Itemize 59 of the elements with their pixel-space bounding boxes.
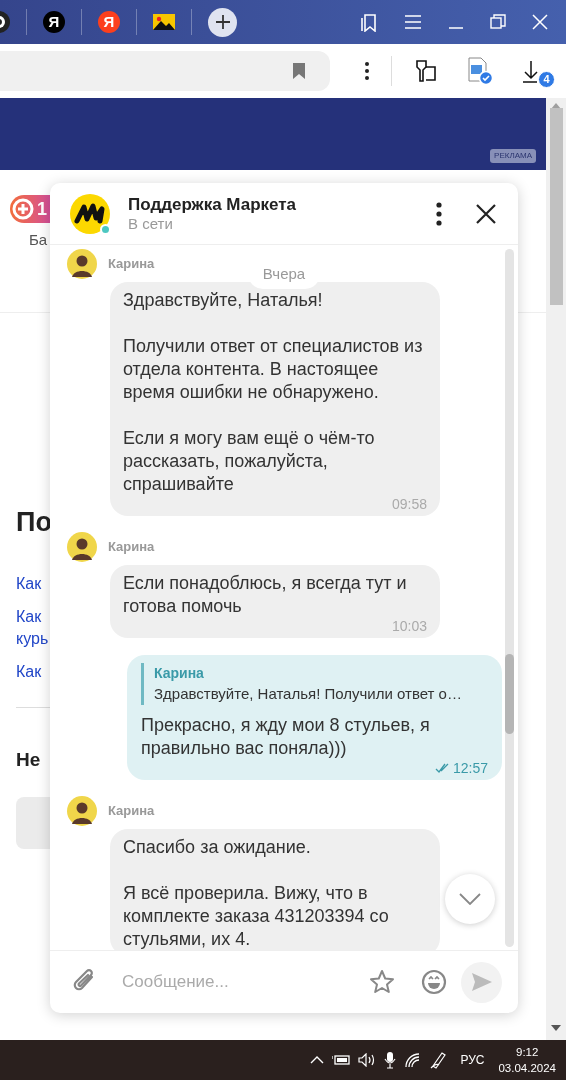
scrollbar[interactable]	[505, 249, 514, 947]
scrollbar-thumb[interactable]	[505, 654, 514, 734]
scroll-down-icon[interactable]	[551, 1025, 561, 1031]
chat-status: В сети	[128, 214, 174, 233]
section-heading: По	[16, 508, 52, 536]
pen-icon[interactable]	[430, 1051, 447, 1069]
message-field[interactable]: Сообщение...	[120, 968, 369, 996]
clock-time[interactable]: 9:12	[498, 1044, 556, 1060]
avatar	[67, 249, 97, 279]
scrollbar[interactable]	[546, 98, 566, 1040]
message-time: 12:57	[452, 761, 488, 775]
author-name: Карина	[108, 802, 155, 821]
chevron-up-icon[interactable]	[310, 1055, 325, 1065]
quoted-author: Карина	[154, 664, 205, 683]
clock-date[interactable]: 03.04.2024	[498, 1060, 556, 1076]
tab-favicon[interactable]: Я	[98, 11, 120, 33]
message-time: 10:03	[391, 618, 427, 634]
chevron-down-icon	[459, 893, 481, 905]
message-text: Здравствуйте, Наталья! Получили ответ от специалистов из отдела контента. В настоящее время ошибки не обнаружено. Если я могу вам ещё о чём-то рассказать, пожалуйста, спрашивайте	[123, 289, 424, 496]
avatar	[67, 796, 97, 826]
bookmark-icon[interactable]	[292, 62, 306, 80]
section-heading: Не	[16, 747, 41, 772]
language-indicator[interactable]: РУС	[460, 1051, 485, 1069]
more-icon[interactable]	[436, 201, 442, 226]
message-text: Прекрасно, я жду мои 8 стульев, я правильно вас поняла)))	[141, 714, 431, 760]
restore-icon[interactable]	[490, 14, 506, 30]
tag-icon[interactable]	[414, 59, 438, 83]
ad-label: РЕКЛАМА	[490, 149, 536, 163]
author-name: Карина	[108, 538, 155, 557]
avatar	[67, 532, 97, 562]
new-tab-button[interactable]	[208, 7, 237, 37]
plus-icon	[214, 14, 231, 30]
menu-icon[interactable]	[404, 15, 422, 29]
microphone-icon[interactable]	[384, 1051, 397, 1069]
image-icon[interactable]	[153, 14, 175, 30]
message-time: 09:58	[391, 496, 427, 512]
quoted-text: Здравствуйте, Наталья! Получили ответ о…	[154, 684, 463, 704]
image-file-icon[interactable]	[466, 57, 494, 85]
author-name: Карина	[108, 255, 155, 274]
speaker-icon[interactable]	[358, 1053, 377, 1067]
message-text: Если понадоблюсь, я всегда тут и готова помочь	[123, 572, 408, 618]
download-icon[interactable]	[522, 60, 538, 84]
help-link[interactable]: Как	[16, 660, 42, 683]
help-link[interactable]: Как курь	[16, 605, 49, 650]
more-icon[interactable]	[365, 62, 369, 80]
scrollbar-thumb[interactable]	[550, 108, 563, 305]
bookmarks-icon[interactable]	[360, 12, 378, 32]
message-text: Спасибо за ожидание. Я всё проверила. Вижу, что в комплекте заказа 431203394 со стульями, их 4.	[123, 836, 390, 950]
battery-icon[interactable]	[332, 1054, 351, 1066]
download-count: 4	[538, 71, 555, 88]
emoji-icon[interactable]	[421, 969, 447, 995]
send-icon	[470, 972, 493, 992]
balance-label: Ба	[29, 230, 49, 250]
close-icon[interactable]	[476, 203, 496, 224]
help-link[interactable]: Как	[16, 572, 42, 595]
star-icon[interactable]	[369, 969, 395, 995]
chat-title: Поддержка Маркета	[128, 194, 297, 215]
tab-favicon[interactable]: Я	[43, 11, 65, 33]
market-logo	[70, 193, 110, 234]
